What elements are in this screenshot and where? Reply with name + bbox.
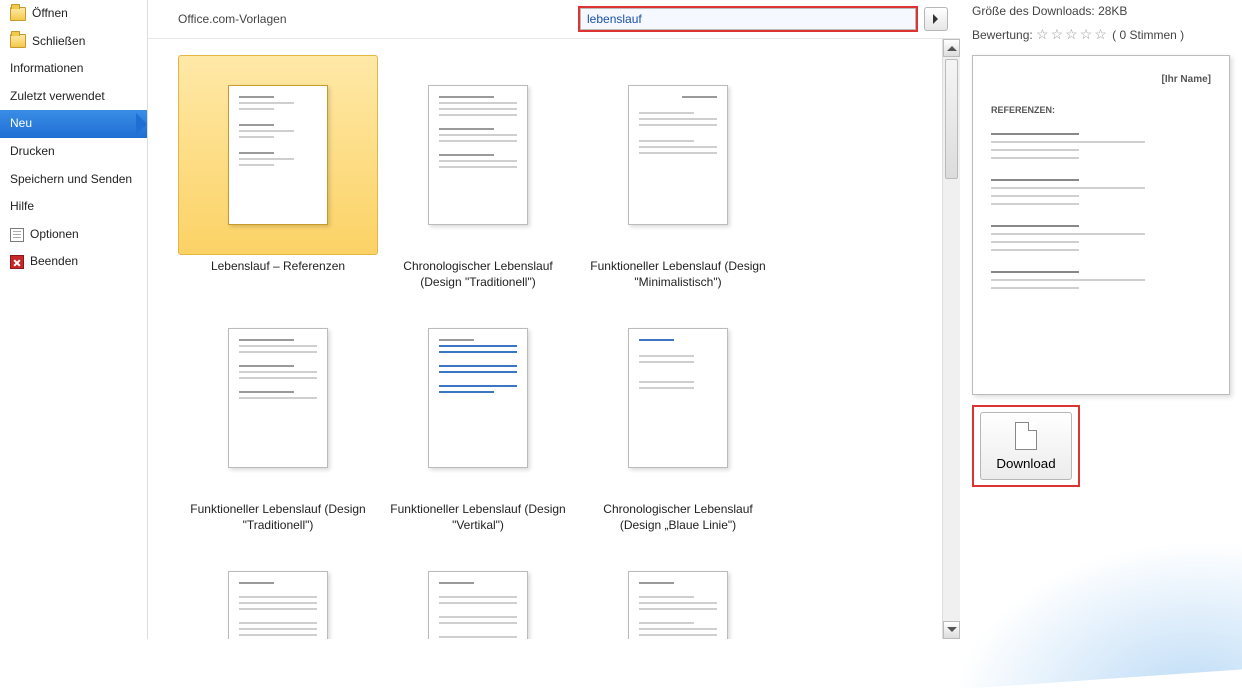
template-item[interactable]: Chronologischer Lebenslauf (Design "Trad… — [378, 55, 578, 290]
download-button-label: Download — [996, 456, 1055, 471]
scrollbar-handle[interactable] — [945, 59, 958, 179]
scroll-up-button[interactable] — [943, 39, 960, 57]
rating-row: Bewertung: ☆☆☆☆☆ ( 0 Stimmen ) — [972, 26, 1230, 43]
sidebar-item-label: Hilfe — [10, 199, 34, 215]
template-thumb-icon — [628, 571, 728, 639]
template-item[interactable]: Funktioneller Lebenslauf (Design "Minima… — [578, 55, 778, 290]
sidebar-item-label: Drucken — [10, 144, 55, 160]
template-item[interactable]: Lebenslauf — [378, 541, 578, 639]
template-thumb-icon — [628, 85, 728, 225]
template-gallery: Lebenslauf – Referenzen Chronologischer … — [148, 39, 942, 639]
template-item[interactable]: Chronologischer Lebenslauf (Traditionell… — [578, 541, 778, 639]
template-label: Chronologischer Lebenslauf (Design "Trad… — [378, 255, 578, 290]
template-label: Funktioneller Lebenslauf (Design "Minima… — [578, 255, 778, 290]
sidebar-item-exit[interactable]: Beenden — [0, 248, 147, 276]
download-size-row: Größe des Downloads: 28KB — [972, 4, 1230, 18]
gallery-scrollbar[interactable] — [942, 39, 960, 639]
template-search-row: Office.com-Vorlagen — [148, 0, 960, 39]
template-thumb-icon — [228, 571, 328, 639]
sidebar-item-label: Neu — [10, 116, 32, 132]
rating-votes: ( 0 Stimmen ) — [1112, 28, 1184, 42]
template-thumb-icon — [428, 571, 528, 639]
sidebar-item-info[interactable]: Informationen — [0, 55, 147, 83]
exit-icon — [10, 255, 24, 269]
search-highlight-box — [578, 6, 918, 32]
download-button[interactable]: Download — [980, 412, 1072, 480]
download-size-value: 28KB — [1098, 4, 1127, 18]
rating-stars-icon[interactable]: ☆☆☆☆☆ — [1036, 26, 1109, 42]
template-item[interactable]: Funktioneller Lebenslauf (Design "Tradit… — [178, 298, 378, 533]
template-label: Funktioneller Lebenslauf (Design "Tradit… — [178, 498, 378, 533]
sidebar-item-label: Informationen — [10, 61, 83, 77]
sidebar-item-label: Öffnen — [32, 6, 68, 22]
sidebar-item-options[interactable]: Optionen — [0, 221, 147, 249]
template-source-label: Office.com-Vorlagen — [178, 12, 287, 26]
preview-header: [Ihr Name] — [1162, 74, 1211, 85]
template-item[interactable]: Lebenslauf – Referenzen — [178, 55, 378, 290]
folder-close-icon — [10, 34, 26, 48]
template-item[interactable]: Funktioneller Lebenslauf (Design "Vertik… — [378, 298, 578, 533]
sidebar-item-recent[interactable]: Zuletzt verwendet — [0, 83, 147, 111]
document-icon — [1015, 422, 1037, 450]
template-thumb-icon — [628, 328, 728, 468]
template-search-input[interactable] — [580, 8, 916, 30]
template-item[interactable]: Chronologischer Lebenslauf (Design „Blau… — [578, 298, 778, 533]
sidebar-item-label: Beenden — [30, 254, 78, 270]
template-thumb-icon — [428, 328, 528, 468]
scroll-down-button[interactable] — [943, 621, 960, 639]
folder-open-icon — [10, 7, 26, 21]
sidebar-item-label: Zuletzt verwendet — [10, 89, 105, 105]
sidebar-item-close[interactable]: Schließen — [0, 28, 147, 56]
rating-label: Bewertung: — [972, 28, 1033, 42]
template-label: Funktioneller Lebenslauf (Design "Vertik… — [378, 498, 578, 533]
template-item[interactable]: Chronologischer Lebenslauf (Minimalistis… — [178, 541, 378, 639]
template-label: Lebenslauf – Referenzen — [205, 255, 351, 275]
sidebar-item-print[interactable]: Drucken — [0, 138, 147, 166]
options-icon — [10, 228, 24, 242]
sidebar-item-open[interactable]: Öffnen — [0, 0, 147, 28]
sidebar-item-label: Schließen — [32, 34, 85, 50]
search-go-button[interactable] — [924, 7, 948, 31]
sidebar-item-help[interactable]: Hilfe — [0, 193, 147, 221]
sidebar-item-label: Optionen — [30, 227, 79, 243]
download-highlight-box: Download — [972, 405, 1080, 487]
template-thumb-frame — [178, 55, 378, 255]
template-thumb-icon — [228, 85, 328, 225]
arrow-right-icon — [933, 14, 943, 24]
download-size-label: Größe des Downloads: — [972, 4, 1095, 18]
backstage-sidebar: Öffnen Schließen Informationen Zuletzt v… — [0, 0, 148, 639]
chevron-up-icon — [947, 41, 957, 51]
sidebar-item-label: Speichern und Senden — [10, 172, 132, 188]
template-preview-sheet: [Ihr Name] REFERENZEN: — [972, 55, 1230, 395]
chevron-down-icon — [947, 627, 957, 637]
sidebar-item-new[interactable]: Neu — [0, 110, 147, 138]
sidebar-item-save-send[interactable]: Speichern und Senden — [0, 166, 147, 194]
templates-panel: Office.com-Vorlagen — [148, 0, 960, 639]
template-label: Chronologischer Lebenslauf (Design „Blau… — [578, 498, 778, 533]
preview-section-title: REFERENZEN: — [991, 105, 1211, 115]
template-preview-pane: Größe des Downloads: 28KB Bewertung: ☆☆☆… — [960, 0, 1242, 639]
template-thumb-icon — [428, 85, 528, 225]
template-thumb-icon — [228, 328, 328, 468]
